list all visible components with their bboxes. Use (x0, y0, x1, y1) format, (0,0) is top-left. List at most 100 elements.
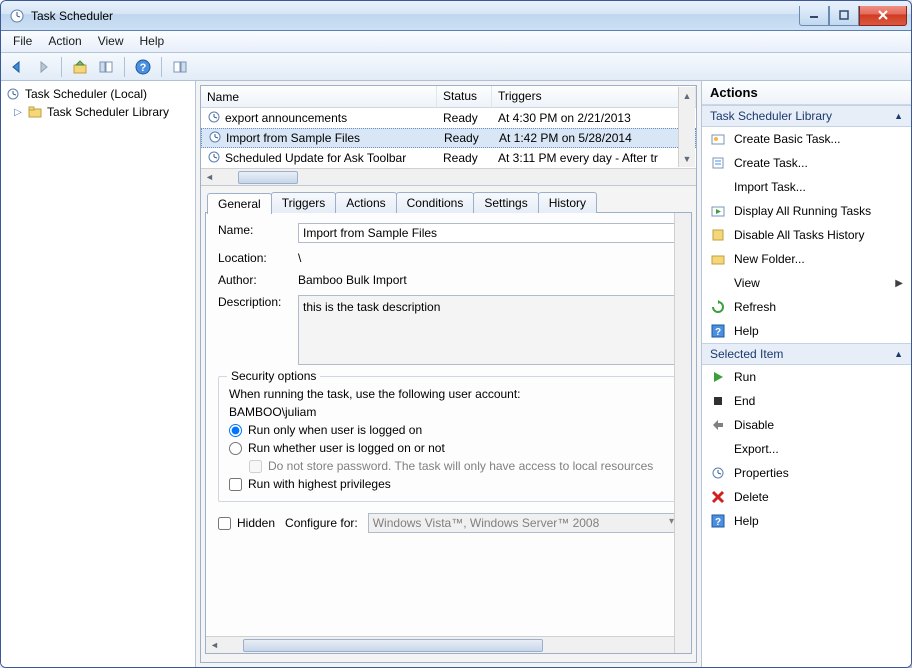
action-disable[interactable]: Disable (702, 413, 911, 437)
content-area: Task Scheduler (Local) ▷ Task Scheduler … (1, 81, 911, 667)
security-legend: Security options (227, 369, 320, 383)
menu-view[interactable]: View (90, 31, 132, 52)
forward-button[interactable] (31, 55, 55, 79)
folder-icon (710, 251, 726, 267)
tab-triggers[interactable]: Triggers (271, 192, 337, 213)
tree-root[interactable]: Task Scheduler (Local) (3, 85, 193, 103)
action-display-running[interactable]: Display All Running Tasks (702, 199, 911, 223)
svg-text:?: ? (140, 62, 147, 74)
panel-vscroll[interactable] (674, 213, 691, 653)
radio-logged-on[interactable]: Run only when user is logged on (229, 423, 668, 437)
collapse-icon[interactable]: ▲ (894, 111, 903, 121)
actions-pane-button[interactable] (168, 55, 192, 79)
task-row[interactable]: Import from Sample Files Ready At 1:42 P… (201, 128, 696, 148)
action-properties[interactable]: Properties (702, 461, 911, 485)
configure-label: Configure for: (285, 516, 358, 530)
configure-combo[interactable]: Windows Vista™, Windows Server™ 2008 (368, 513, 679, 533)
minimize-button[interactable] (799, 6, 829, 26)
task-list-header: Name Status Triggers (201, 86, 696, 108)
task-row[interactable]: export announcements Ready At 4:30 PM on… (201, 108, 696, 128)
play-icon (710, 369, 726, 385)
center-pane: Name Status Triggers export announcement… (196, 81, 701, 667)
action-view[interactable]: View▶ (702, 271, 911, 295)
col-triggers[interactable]: Triggers (492, 86, 696, 107)
security-account: BAMBOO\juliam (229, 405, 668, 419)
up-button[interactable] (68, 55, 92, 79)
action-run[interactable]: Run (702, 365, 911, 389)
back-button[interactable] (5, 55, 29, 79)
col-name[interactable]: Name (201, 86, 437, 107)
window-title: Task Scheduler (31, 9, 799, 23)
name-label: Name: (218, 223, 298, 243)
location-value: \ (298, 251, 679, 265)
folder-icon (27, 104, 43, 120)
actions-pane: Actions Task Scheduler Library ▲ Create … (701, 81, 911, 667)
action-refresh[interactable]: Refresh (702, 295, 911, 319)
tree-library[interactable]: ▷ Task Scheduler Library (3, 103, 193, 121)
tab-settings[interactable]: Settings (473, 192, 538, 213)
tab-general[interactable]: General (207, 193, 272, 214)
author-label: Author: (218, 273, 298, 287)
security-groupbox: Security options When running the task, … (218, 376, 679, 502)
col-status[interactable]: Status (437, 86, 492, 107)
actions-title: Actions (702, 81, 911, 105)
task-list-hscroll[interactable]: ◄ (201, 168, 696, 185)
panes-button[interactable] (94, 55, 118, 79)
help-button[interactable]: ? (131, 55, 155, 79)
action-help[interactable]: ?Help (702, 319, 911, 343)
description-field[interactable] (298, 295, 679, 365)
svg-text:?: ? (715, 327, 721, 338)
action-help-2[interactable]: ?Help (702, 509, 911, 533)
expand-icon[interactable]: ▷ (13, 107, 23, 118)
tab-conditions[interactable]: Conditions (396, 192, 475, 213)
panel-hscroll[interactable]: ◄ (206, 636, 674, 653)
maximize-button[interactable] (829, 6, 859, 26)
delete-icon (710, 489, 726, 505)
running-icon (710, 203, 726, 219)
import-icon (710, 179, 726, 195)
export-icon (710, 441, 726, 457)
clock-icon (208, 130, 222, 147)
task-row[interactable]: Scheduled Update for Ask Toolbar Ready A… (201, 148, 696, 168)
menu-file[interactable]: File (5, 31, 40, 52)
menubar: File Action View Help (1, 31, 911, 53)
action-new-folder[interactable]: New Folder... (702, 247, 911, 271)
action-delete[interactable]: Delete (702, 485, 911, 509)
titlebar[interactable]: Task Scheduler (1, 1, 911, 31)
app-window: Task Scheduler File Action View Help ? T… (0, 0, 912, 668)
check-highest-priv[interactable]: Run with highest privileges (229, 477, 668, 491)
action-import-task[interactable]: Import Task... (702, 175, 911, 199)
action-end[interactable]: End (702, 389, 911, 413)
action-create-task[interactable]: Create Task... (702, 151, 911, 175)
properties-icon (710, 465, 726, 481)
help-icon: ? (710, 513, 726, 529)
actions-group-library[interactable]: Task Scheduler Library ▲ (702, 105, 911, 127)
menu-action[interactable]: Action (40, 31, 89, 52)
refresh-icon (710, 299, 726, 315)
tree-library-label: Task Scheduler Library (47, 105, 169, 119)
menu-help[interactable]: Help (132, 31, 173, 52)
actions-group-selected[interactable]: Selected Item ▲ (702, 343, 911, 365)
tab-history[interactable]: History (538, 192, 597, 213)
tree-root-label: Task Scheduler (Local) (25, 87, 147, 101)
tree-pane: Task Scheduler (Local) ▷ Task Scheduler … (1, 81, 196, 667)
toolbar: ? (1, 53, 911, 81)
action-disable-history[interactable]: Disable All Tasks History (702, 223, 911, 247)
task-list: Name Status Triggers export announcement… (201, 86, 696, 186)
chevron-right-icon: ▶ (895, 278, 903, 289)
action-create-basic-task[interactable]: Create Basic Task... (702, 127, 911, 151)
stop-icon (710, 393, 726, 409)
description-label: Description: (218, 295, 298, 368)
name-field[interactable] (298, 223, 679, 243)
action-export[interactable]: Export... (702, 437, 911, 461)
close-button[interactable] (859, 6, 907, 26)
tab-actions[interactable]: Actions (335, 192, 396, 213)
task-list-vscroll[interactable]: ▲▼ (678, 87, 695, 167)
tabs-area: General Triggers Actions Conditions Sett… (201, 186, 696, 662)
general-panel: Name: Location: \ Author: Bamboo Bulk Im… (205, 212, 692, 654)
collapse-icon[interactable]: ▲ (894, 349, 903, 359)
clock-icon (5, 86, 21, 102)
check-hidden[interactable]: Hidden (218, 516, 275, 530)
radio-logged-off[interactable]: Run whether user is logged on or not (229, 441, 668, 455)
check-no-store-pw[interactable]: Do not store password. The task will onl… (249, 459, 668, 473)
